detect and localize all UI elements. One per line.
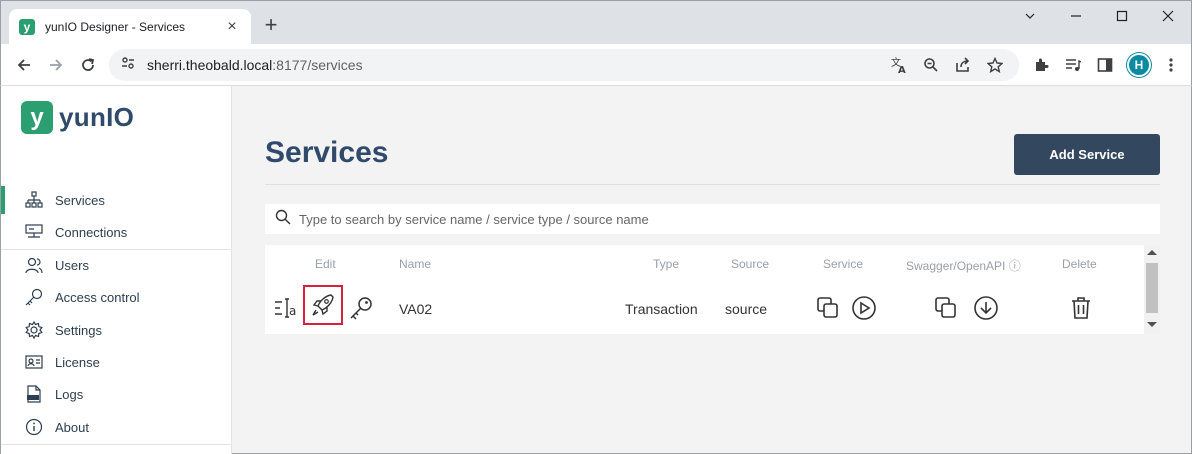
more-menu-icon[interactable] xyxy=(1161,55,1181,75)
svg-text:a: a xyxy=(289,304,296,318)
translate-icon[interactable]: 文A xyxy=(889,55,909,75)
new-tab-button[interactable]: + xyxy=(259,13,283,37)
sidebar-item-label: About xyxy=(55,419,89,435)
sidebar-item-label: Users xyxy=(55,257,89,273)
trash-icon[interactable] xyxy=(1069,295,1093,321)
table-scrollbar[interactable] xyxy=(1144,245,1160,334)
scroll-down-arrow[interactable] xyxy=(1147,322,1157,327)
run-service-icon[interactable] xyxy=(851,295,877,321)
address-bar[interactable]: sherri.theobald.local:8177/services 文A xyxy=(109,49,1019,81)
row-name[interactable]: VA02 xyxy=(399,301,432,317)
scroll-up-arrow[interactable] xyxy=(1147,250,1157,255)
edit-highlight-box xyxy=(303,285,343,325)
search-bar xyxy=(265,204,1160,234)
connections-icon xyxy=(25,223,43,241)
browser-titlebar: y yunIO Designer - Services × + xyxy=(0,0,1192,45)
share-icon[interactable] xyxy=(953,55,973,75)
tab-favicon: y xyxy=(19,19,35,35)
maximize-button[interactable] xyxy=(1099,7,1145,27)
license-icon xyxy=(25,353,43,371)
key-icon xyxy=(25,288,43,306)
profile-avatar[interactable]: H xyxy=(1127,53,1151,77)
logo-text: yunIO xyxy=(59,102,135,132)
services-table: Edit Name Type Source Service Swagger/Op… xyxy=(265,245,1160,334)
side-panel-icon[interactable] xyxy=(1095,55,1115,75)
header-name: Name xyxy=(399,257,432,271)
url-path: :8177/services xyxy=(272,57,363,73)
copy-service-url-icon[interactable] xyxy=(815,295,841,321)
scroll-thumb[interactable] xyxy=(1146,263,1158,313)
sidebar-item-license[interactable]: License xyxy=(1,348,232,376)
tab-close-icon[interactable]: × xyxy=(223,18,241,36)
sidebar-item-connections[interactable]: Connections xyxy=(1,218,232,246)
download-swagger-icon[interactable] xyxy=(973,295,999,321)
rename-icon[interactable]: a xyxy=(273,295,299,321)
svg-text:A: A xyxy=(898,65,906,74)
header-edit: Edit xyxy=(315,257,336,271)
reload-button[interactable] xyxy=(75,52,101,78)
search-input[interactable] xyxy=(299,211,1099,227)
sidebar-item-label: Services xyxy=(55,192,105,208)
sitemap-icon xyxy=(25,191,43,209)
header-service: Service xyxy=(823,257,864,271)
sidebar-item-label: Access control xyxy=(55,289,140,305)
page-title: Services xyxy=(265,136,389,169)
sidebar-item-users[interactable]: Users xyxy=(1,251,232,279)
header-source: Source xyxy=(731,257,770,271)
copy-swagger-url-icon[interactable] xyxy=(933,295,959,321)
sidebar-divider xyxy=(1,444,232,445)
url-text: sherri.theobald.local:8177/services xyxy=(147,57,363,73)
yunio-logo[interactable]: y yunIO xyxy=(21,101,134,134)
sidebar: y yunIO Services Connections Users Acces… xyxy=(1,86,232,454)
header-delete: Delete xyxy=(1062,257,1097,271)
search-icon xyxy=(275,209,291,230)
tab-title: yunIO Designer - Services xyxy=(45,20,186,34)
key-icon[interactable] xyxy=(347,295,375,321)
forward-button[interactable] xyxy=(43,52,69,78)
back-button[interactable] xyxy=(11,52,37,78)
site-info-icon[interactable] xyxy=(121,56,135,75)
minimize-button[interactable] xyxy=(1007,7,1053,27)
sidebar-item-access-control[interactable]: Access control xyxy=(1,283,232,311)
sidebar-item-label: Settings xyxy=(55,322,102,338)
minimize-window-button[interactable] xyxy=(1053,7,1099,27)
logo-mark: y xyxy=(21,101,53,134)
header-swagger: Swagger/OpenAPI ⓘ xyxy=(906,259,1021,273)
zoom-icon[interactable] xyxy=(921,55,941,75)
sidebar-item-services[interactable]: Services xyxy=(1,186,232,214)
browser-toolbar: sherri.theobald.local:8177/services 文A H xyxy=(0,44,1192,86)
add-service-button[interactable]: Add Service xyxy=(1014,134,1160,175)
sidebar-item-label: Logs xyxy=(55,386,84,402)
sidebar-item-label: License xyxy=(55,354,100,370)
sidebar-divider xyxy=(1,249,232,250)
title-divider xyxy=(265,184,1160,185)
sidebar-item-label: Connections xyxy=(55,224,128,240)
bookmark-star-icon[interactable] xyxy=(985,55,1005,75)
main-content: Services Add Service Edit Name Type Sour… xyxy=(233,86,1191,454)
header-type: Type xyxy=(653,257,680,271)
gear-icon xyxy=(25,321,43,339)
logs-icon xyxy=(25,385,43,403)
info-icon xyxy=(25,418,43,436)
sidebar-item-about[interactable]: About xyxy=(1,413,232,441)
sidebar-item-settings[interactable]: Settings xyxy=(1,316,232,344)
url-host: sherri.theobald.local xyxy=(147,57,273,73)
users-icon xyxy=(25,256,43,274)
media-queue-icon[interactable] xyxy=(1063,55,1083,75)
sidebar-item-logs[interactable]: Logs xyxy=(1,380,232,408)
browser-tab[interactable]: y yunIO Designer - Services × xyxy=(9,9,251,45)
close-window-button[interactable] xyxy=(1145,7,1191,27)
extensions-icon[interactable] xyxy=(1031,55,1051,75)
app-page: y yunIO Services Connections Users Acces… xyxy=(0,86,1192,454)
row-type: Transaction xyxy=(625,301,698,317)
row-source: source xyxy=(725,301,768,317)
